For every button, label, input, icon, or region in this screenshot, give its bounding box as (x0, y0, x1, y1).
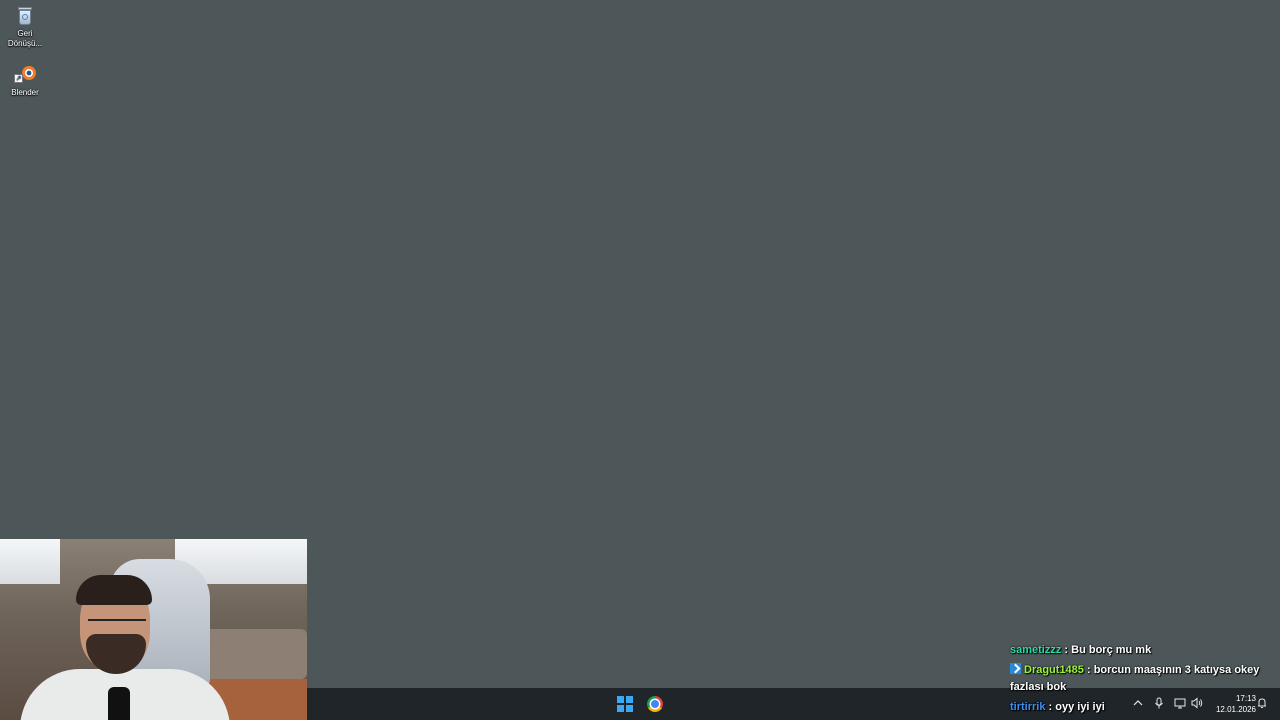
chat-username: tirtirrik (1010, 701, 1046, 713)
webcam-person-hair (76, 575, 152, 605)
desktop-icon-label: Geri Dönüşü... (7, 29, 43, 48)
recycle-bin-icon (14, 5, 36, 27)
webcam-window-left (0, 539, 60, 584)
chat-text: oyy iyi iyi (1055, 701, 1105, 713)
chat-username: sametizzz (1010, 644, 1062, 656)
desktop-icon-blender[interactable]: ↗ Blender (0, 64, 50, 98)
chat-overlay: sametizzz : Bu borç mu mk Dragut1485 : b… (1010, 642, 1272, 719)
webcam-microphone (108, 687, 130, 720)
chat-username: Dragut1485 (1024, 664, 1084, 676)
start-button[interactable] (613, 692, 637, 716)
windows-logo-icon (617, 696, 633, 712)
chrome-taskbar-button[interactable] (643, 692, 667, 716)
blender-icon: ↗ (14, 64, 36, 86)
chrome-icon (647, 696, 663, 712)
subscriber-badge-icon (1010, 663, 1021, 674)
chat-message: tirtirrik : oyy iyi iyi (1010, 699, 1272, 716)
desktop-icon-recycle-bin[interactable]: Geri Dönüşü... (0, 5, 50, 49)
shortcut-arrow-icon: ↗ (14, 74, 23, 83)
chat-message: Dragut1485 : borcun maaşının 3 katıysa o… (1010, 662, 1272, 696)
chat-separator: : (1061, 644, 1072, 656)
chat-separator: : (1083, 664, 1094, 676)
chat-separator: : (1045, 701, 1056, 713)
chat-text: Bu borç mu mk (1071, 644, 1152, 656)
desktop-icon-label: Blender (11, 88, 39, 97)
webcam-overlay (0, 539, 307, 720)
chat-message: sametizzz : Bu borç mu mk (1010, 642, 1272, 659)
webcam-person-glasses (88, 619, 146, 633)
